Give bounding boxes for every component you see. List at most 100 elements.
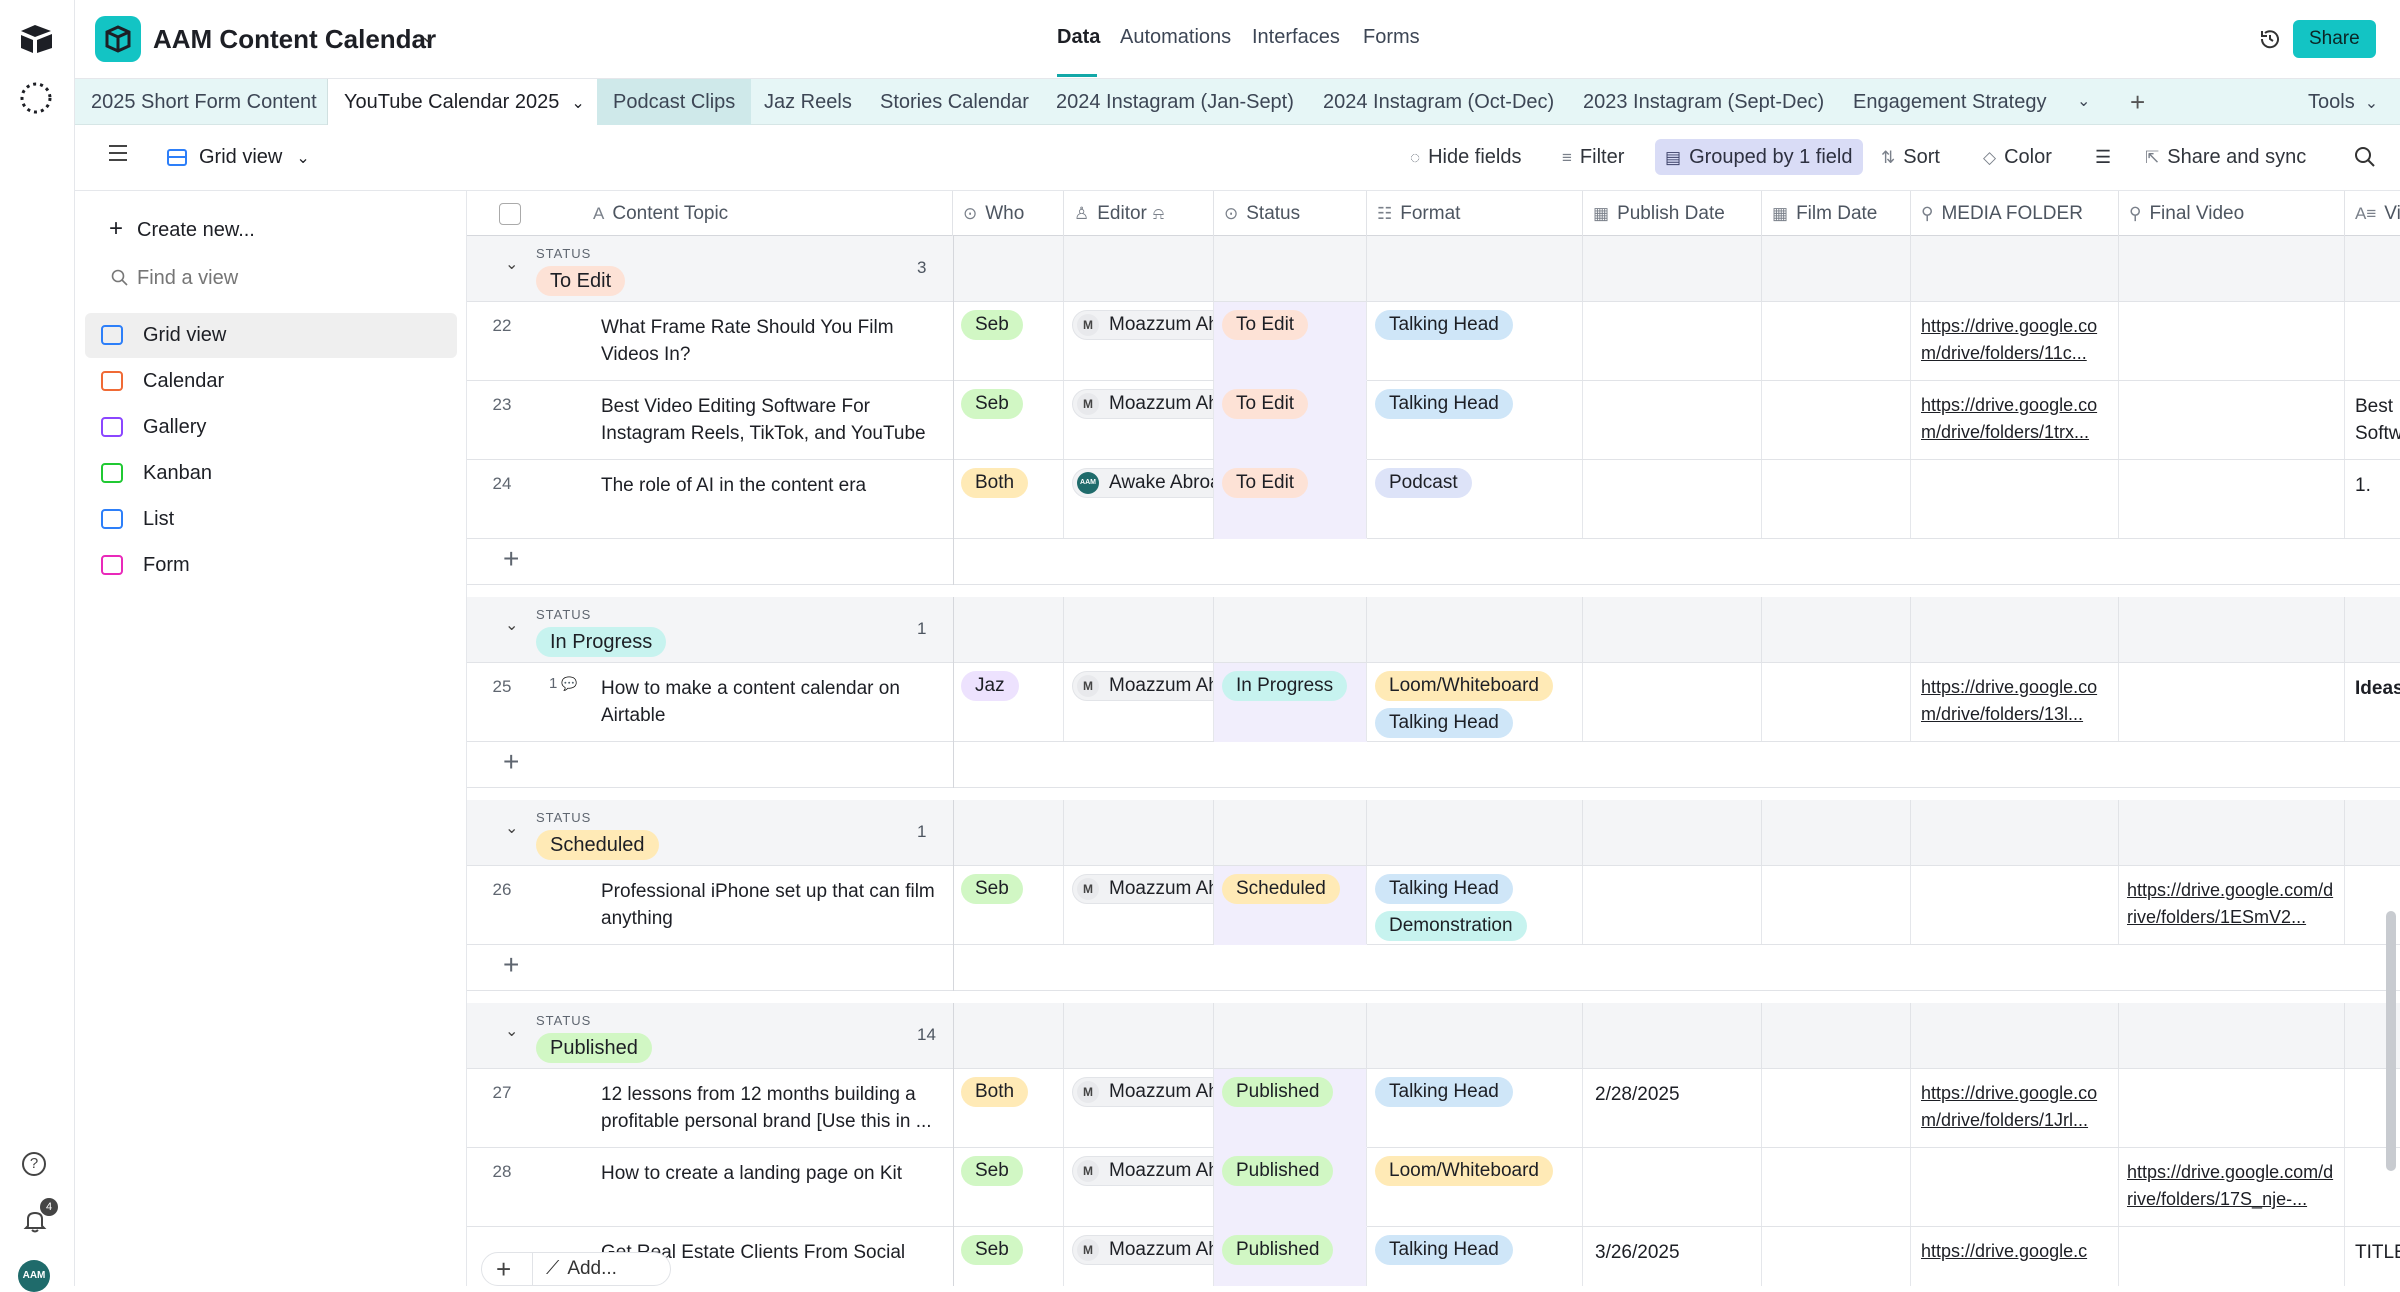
more-tables-chevron-icon[interactable]: ⌄ bbox=[2077, 79, 2090, 125]
who-cell[interactable]: Seb bbox=[953, 381, 1064, 459]
format-cell[interactable]: Talking Head bbox=[1367, 302, 1583, 380]
publish-date-cell[interactable] bbox=[1583, 1148, 1762, 1226]
format-cell[interactable]: Talking Head Demonstration bbox=[1367, 866, 1583, 944]
film-date-cell[interactable] bbox=[1762, 1227, 1911, 1286]
media-folder-cell[interactable]: https://drive.google.com/drive/folders/1… bbox=[1911, 302, 2119, 380]
editor-cell[interactable]: M Moazzum Ah bbox=[1064, 381, 1214, 459]
header-media-folder[interactable]: ⚲ MEDIA FOLDER bbox=[1911, 191, 2119, 236]
editor-cell[interactable]: M Moazzum Ah bbox=[1064, 1227, 1214, 1286]
tab-table-active[interactable]: YouTube Calendar 2025 ⌄ bbox=[327, 79, 602, 126]
sidebar-view-kanban[interactable]: Kanban bbox=[85, 451, 457, 496]
add-record-row[interactable]: + bbox=[467, 539, 2400, 585]
extra-cell[interactable]: Best Softw bbox=[2345, 381, 2400, 459]
table-row[interactable]: 25 1 💬 How to make a content calendar on A… bbox=[467, 663, 2400, 742]
final-video-link[interactable] bbox=[2127, 1080, 2339, 1136]
who-cell[interactable]: Seb bbox=[953, 866, 1064, 944]
final-video-link[interactable] bbox=[2127, 313, 2339, 369]
comment-count[interactable]: 1 💬 bbox=[549, 675, 577, 692]
media-folder-cell[interactable]: https://drive.google.c bbox=[1911, 1227, 2119, 1286]
film-date-cell[interactable] bbox=[1762, 302, 1911, 380]
workspace-icon[interactable] bbox=[18, 80, 54, 116]
media-folder-link[interactable] bbox=[1921, 471, 2111, 527]
chevron-down-icon[interactable]: ⌄ bbox=[420, 26, 435, 47]
history-icon[interactable] bbox=[2258, 27, 2282, 51]
table-row[interactable]: Get Real Estate Clients From Social Seb M M… bbox=[467, 1227, 2400, 1286]
publish-date-cell[interactable]: 3/26/2025 bbox=[1583, 1227, 1762, 1286]
final-video-cell[interactable] bbox=[2119, 663, 2345, 741]
tools-menu[interactable]: Tools ⌄ bbox=[2308, 79, 2378, 125]
final-video-cell[interactable] bbox=[2119, 381, 2345, 459]
status-cell[interactable]: Published bbox=[1214, 1148, 1367, 1226]
who-cell[interactable]: Seb bbox=[953, 302, 1064, 380]
table-row[interactable]: 22 What Frame Rate Should You Film Videos… bbox=[467, 302, 2400, 381]
film-date-cell[interactable] bbox=[1762, 381, 1911, 459]
view-switcher[interactable]: Grid view ⌄ bbox=[167, 139, 310, 175]
color-button[interactable]: ◇ Color bbox=[1977, 139, 2058, 175]
content-topic[interactable]: 12 lessons from 12 months building a pro… bbox=[601, 1081, 941, 1137]
editor-cell[interactable]: M Moazzum Ah bbox=[1064, 302, 1214, 380]
tab-table[interactable]: Jaz Reels bbox=[764, 79, 852, 125]
publish-date-cell[interactable] bbox=[1583, 302, 1762, 380]
tab-table[interactable]: 2025 Short Form Content bbox=[91, 79, 317, 125]
media-folder-cell[interactable] bbox=[1911, 460, 2119, 538]
who-cell[interactable]: Both bbox=[953, 1069, 1064, 1147]
add-record-row[interactable]: + bbox=[467, 945, 2400, 991]
sidebar-view-form[interactable]: Form bbox=[85, 543, 457, 588]
add-record-plus-icon[interactable]: + bbox=[503, 746, 519, 778]
sidebar-view-calendar[interactable]: Calendar bbox=[85, 359, 457, 404]
final-video-cell[interactable] bbox=[2119, 1227, 2345, 1286]
status-cell[interactable]: In Progress bbox=[1214, 663, 1367, 741]
header-who[interactable]: ⊙ Who bbox=[953, 191, 1064, 236]
find-view-input[interactable] bbox=[137, 261, 437, 295]
collapse-chevron-icon[interactable]: ⌄ bbox=[505, 254, 518, 274]
add-record-plus-icon[interactable]: + bbox=[503, 949, 519, 981]
format-cell[interactable]: Talking Head bbox=[1367, 1069, 1583, 1147]
tab-table[interactable]: Podcast Clips bbox=[597, 79, 752, 125]
nav-data[interactable]: Data bbox=[1057, 26, 1100, 49]
hide-fields-button[interactable]: ◌ Hide fields bbox=[1404, 139, 1528, 175]
content-topic[interactable]: Professional iPhone set up that can film… bbox=[601, 878, 941, 934]
media-folder-cell[interactable]: https://drive.google.com/drive/folders/1… bbox=[1911, 1069, 2119, 1147]
format-cell[interactable]: Talking Head bbox=[1367, 1227, 1583, 1286]
header-status[interactable]: ⊙ Status bbox=[1214, 191, 1367, 236]
media-folder-link[interactable]: https://drive.google.com/drive/folders/1… bbox=[1921, 392, 2111, 448]
table-row[interactable]: 27 12 lessons from 12 months building a p… bbox=[467, 1069, 2400, 1148]
content-topic[interactable]: Best Video Editing Software For Instagra… bbox=[601, 393, 941, 449]
media-folder-link[interactable] bbox=[1921, 1159, 2111, 1215]
select-all-checkbox[interactable] bbox=[499, 202, 521, 225]
film-date-cell[interactable] bbox=[1762, 663, 1911, 741]
nav-automations[interactable]: Automations bbox=[1120, 26, 1231, 49]
film-date-cell[interactable] bbox=[1762, 866, 1911, 944]
final-video-cell[interactable]: https://drive.google.com/drive/folders/1… bbox=[2119, 1148, 2345, 1226]
final-video-cell[interactable] bbox=[2119, 1069, 2345, 1147]
group-button[interactable]: ▤ Grouped by 1 field bbox=[1655, 139, 1863, 175]
tab-table[interactable]: Stories Calendar bbox=[880, 79, 1029, 125]
publish-date-cell[interactable] bbox=[1583, 663, 1762, 741]
sidebar-view-list[interactable]: List bbox=[85, 497, 457, 542]
who-cell[interactable]: Both bbox=[953, 460, 1064, 538]
status-cell[interactable]: Published bbox=[1214, 1227, 1367, 1286]
table-row[interactable]: 28 How to create a landing page on Kit Seb… bbox=[467, 1148, 2400, 1227]
share-button[interactable]: Share bbox=[2293, 20, 2376, 58]
nav-interfaces[interactable]: Interfaces bbox=[1252, 26, 1340, 49]
extra-cell[interactable] bbox=[2345, 302, 2400, 380]
film-date-cell[interactable] bbox=[1762, 460, 1911, 538]
header-film-date[interactable]: ▦ Film Date bbox=[1762, 191, 1911, 236]
add-with-ai-button[interactable]: ⟋ Add... bbox=[546, 1258, 617, 1280]
tab-table[interactable]: 2023 Instagram (Sept-Dec) bbox=[1583, 79, 1824, 125]
table-row[interactable]: 24 The role of AI in the content era Both A… bbox=[467, 460, 2400, 539]
content-topic[interactable]: How to make a content calendar on Airtab… bbox=[601, 675, 941, 731]
table-row[interactable]: 23 Best Video Editing Software For Instag… bbox=[467, 381, 2400, 460]
publish-date-cell[interactable] bbox=[1583, 460, 1762, 538]
collapse-chevron-icon[interactable]: ⌄ bbox=[505, 1021, 518, 1041]
search-icon[interactable] bbox=[2354, 146, 2376, 168]
editor-cell[interactable]: AAM Awake Abroa bbox=[1064, 460, 1214, 538]
sidebar-view-grid-view[interactable]: Grid view bbox=[85, 313, 457, 358]
editor-cell[interactable]: M Moazzum Ah bbox=[1064, 1148, 1214, 1226]
publish-date-cell[interactable]: 2/28/2025 bbox=[1583, 1069, 1762, 1147]
sort-button[interactable]: ⇅ Sort bbox=[1875, 139, 1946, 175]
add-record-plus-icon[interactable]: + bbox=[496, 1253, 511, 1285]
content-topic[interactable]: How to create a landing page on Kit bbox=[601, 1160, 941, 1216]
final-video-link[interactable] bbox=[2127, 471, 2339, 527]
content-topic[interactable]: What Frame Rate Should You Film Videos I… bbox=[601, 314, 941, 370]
